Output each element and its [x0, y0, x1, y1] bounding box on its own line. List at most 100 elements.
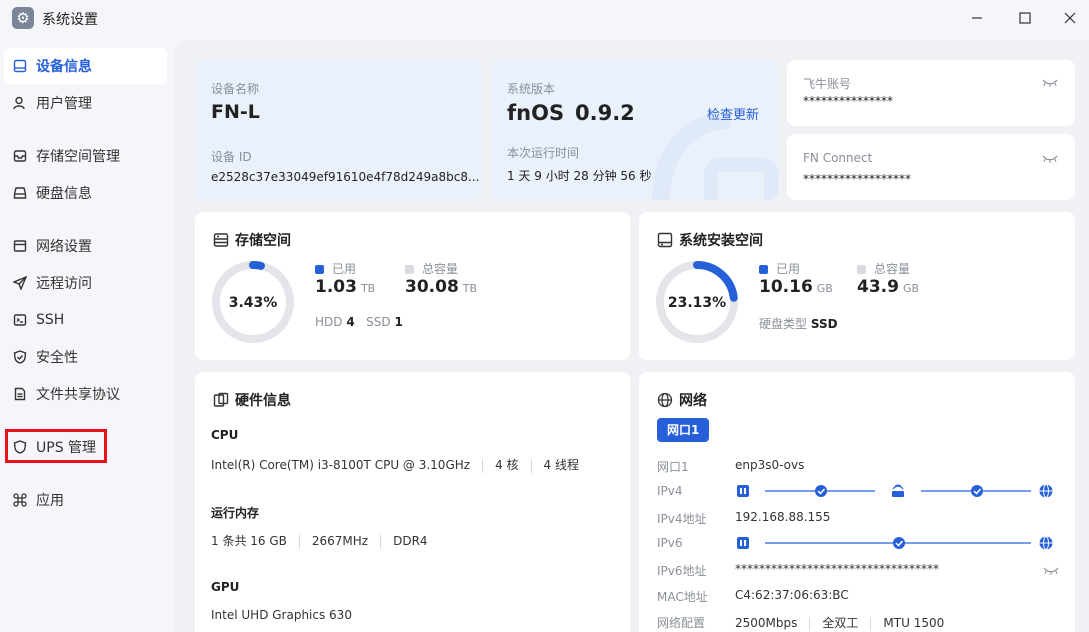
sidebar-item-label: 远程访问: [36, 276, 92, 292]
ipv6-topology: [737, 536, 1053, 550]
main-content: 设备名称 FN-L 设备 ID e2528c37e33049ef91610e4f…: [175, 40, 1089, 632]
globe-icon: [657, 392, 673, 408]
system-used-legend: 已用: [759, 260, 800, 277]
sidebar-item-ssh[interactable]: SSH: [4, 302, 167, 338]
storage-disk-counts: HDD 4 SSD 1: [315, 315, 403, 329]
device-id-label: 设备 ID: [211, 150, 252, 164]
account-card: 飞牛账号 ***************: [787, 60, 1075, 126]
device-name-label: 设备名称: [211, 82, 260, 96]
port-value: enp3s0-ovs: [735, 458, 805, 472]
system-percent: 23.13%: [668, 295, 726, 311]
globe-icon: [1039, 484, 1053, 498]
storage-total-legend: 总容量: [405, 260, 458, 277]
storage-used-legend: 已用: [315, 260, 356, 277]
sidebar-item-storage[interactable]: 存储空间管理: [4, 138, 167, 174]
hardware-card: 硬件信息 CPU Intel(R) Core(TM) i3-8100T CPU …: [195, 372, 630, 632]
network-card: 网络 网口1 网口1 enp3s0-ovs IPv4 IPv4地址 192.16…: [639, 372, 1075, 632]
sidebar-item-users[interactable]: 用户管理: [4, 85, 167, 121]
ipv4-address: 192.168.88.155: [735, 510, 831, 524]
sidebar-item-network[interactable]: 网络设置: [4, 228, 167, 264]
version-card: 系统版本 fnOS 0.9.2 检查更新 本次运行时间 1 天 9 小时 28 …: [491, 60, 778, 200]
port-tab-1[interactable]: 网口1: [657, 418, 710, 442]
ipv4-topology: [737, 484, 1053, 498]
hardware-title: 硬件信息: [213, 390, 291, 410]
system-install-title: 系统安装空间: [657, 230, 763, 250]
device-card: 设备名称 FN-L 设备 ID e2528c37e33049ef91610e4f…: [195, 60, 482, 200]
globe-icon: [1039, 536, 1053, 550]
sidebar-item-label: SSH: [36, 312, 65, 328]
port-label: 网口1: [657, 460, 689, 474]
shield-check-icon: [12, 349, 28, 365]
system-usage-ring: 23.13%: [656, 261, 738, 343]
mac-address: C4:62:37:06:63:BC: [735, 588, 849, 602]
network-icon: [12, 238, 28, 254]
check-icon: [971, 485, 983, 497]
disk-icon: [657, 232, 673, 248]
uptime-label: 本次运行时间: [507, 146, 580, 160]
close-icon: [1064, 12, 1076, 24]
user-icon: [12, 95, 28, 111]
ipv6-address-label: IPv6地址: [657, 564, 707, 578]
close-button[interactable]: [1055, 6, 1085, 30]
eye-hidden-icon[interactable]: [1042, 154, 1058, 164]
gpu-info: Intel UHD Graphics 630: [211, 608, 352, 622]
sidebar-item-label: 存储空间管理: [36, 149, 120, 165]
terminal-icon: [12, 312, 28, 328]
network-config-label: 网络配置: [657, 616, 706, 630]
eye-hidden-icon[interactable]: [1042, 78, 1058, 88]
storage-icon: [213, 233, 229, 247]
cpu-info: Intel(R) Core(TM) i3-8100T CPU @ 3.10GHz…: [211, 458, 579, 473]
sidebar-item-security[interactable]: 安全性: [4, 339, 167, 375]
check-update-link[interactable]: 检查更新: [707, 104, 759, 123]
ipv4-address-label: IPv4地址: [657, 512, 707, 526]
sidebar-item-label: 文件共享协议: [36, 387, 120, 403]
gear-icon: ⚙: [12, 7, 34, 29]
connect-value: ******************: [803, 172, 911, 186]
storage-used: 1.03 TB: [315, 277, 376, 297]
gpu-title: GPU: [211, 580, 240, 594]
sidebar-item-label: 安全性: [36, 350, 78, 366]
nic-icon: [737, 485, 749, 497]
storage-card: 存储空间 3.43% 已用 1.03 TB 总容量 30.08 TB HDD 4 S…: [195, 212, 630, 360]
eye-hidden-icon[interactable]: [1043, 566, 1059, 576]
device-icon: [12, 58, 28, 74]
system-used: 10.16 GB: [759, 277, 833, 297]
fn-connect-card: FN Connect ******************: [787, 134, 1075, 200]
window-title: 系统设置: [42, 12, 98, 28]
system-disk-type: 硬盘类型 SSD: [759, 317, 838, 331]
sidebar-item-file-sharing[interactable]: 文件共享协议: [4, 376, 167, 412]
sidebar-item-disks[interactable]: 硬盘信息: [4, 175, 167, 211]
storage-icon: [12, 148, 28, 164]
router-icon: [892, 484, 904, 497]
ups-highlight-box: [5, 429, 107, 463]
check-icon: [815, 485, 827, 497]
minimize-button[interactable]: [962, 6, 992, 30]
os-name: fnOS: [507, 101, 565, 125]
send-icon: [12, 275, 28, 291]
sidebar-item-label: 应用: [36, 493, 64, 509]
sidebar: 设备信息 用户管理 存储空间管理 硬盘信息 网络设置 远程访问 SSH 安全性 …: [0, 40, 174, 632]
memory-title: 运行内存: [211, 506, 260, 520]
mac-label: MAC地址: [657, 590, 708, 604]
maximize-icon: [1019, 12, 1031, 24]
minimize-icon: [972, 17, 982, 19]
ipv4-label: IPv4: [657, 484, 683, 498]
sidebar-item-label: 用户管理: [36, 96, 92, 112]
sidebar-item-remote[interactable]: 远程访问: [4, 265, 167, 301]
sidebar-item-label: 硬盘信息: [36, 186, 92, 202]
storage-usage-ring: 3.43%: [212, 261, 294, 343]
memory-info: 1 条共 16 GB 2667MHz DDR4: [211, 534, 428, 549]
sidebar-item-device-info[interactable]: 设备信息: [4, 48, 167, 84]
disk-icon: [12, 185, 28, 201]
connect-label: FN Connect: [803, 151, 873, 165]
storage-total: 30.08 TB: [405, 277, 478, 297]
sidebar-item-label: 设备信息: [36, 59, 92, 75]
check-icon: [893, 537, 905, 549]
storage-percent: 3.43%: [229, 295, 278, 311]
uptime-value: 1 天 9 小时 28 分钟 56 秒: [507, 169, 652, 183]
version-label: 系统版本: [507, 82, 556, 96]
maximize-button[interactable]: [1010, 6, 1040, 30]
account-value: ***************: [803, 94, 893, 108]
account-label: 飞牛账号: [803, 77, 852, 91]
sidebar-item-apps[interactable]: 应用: [4, 482, 167, 518]
